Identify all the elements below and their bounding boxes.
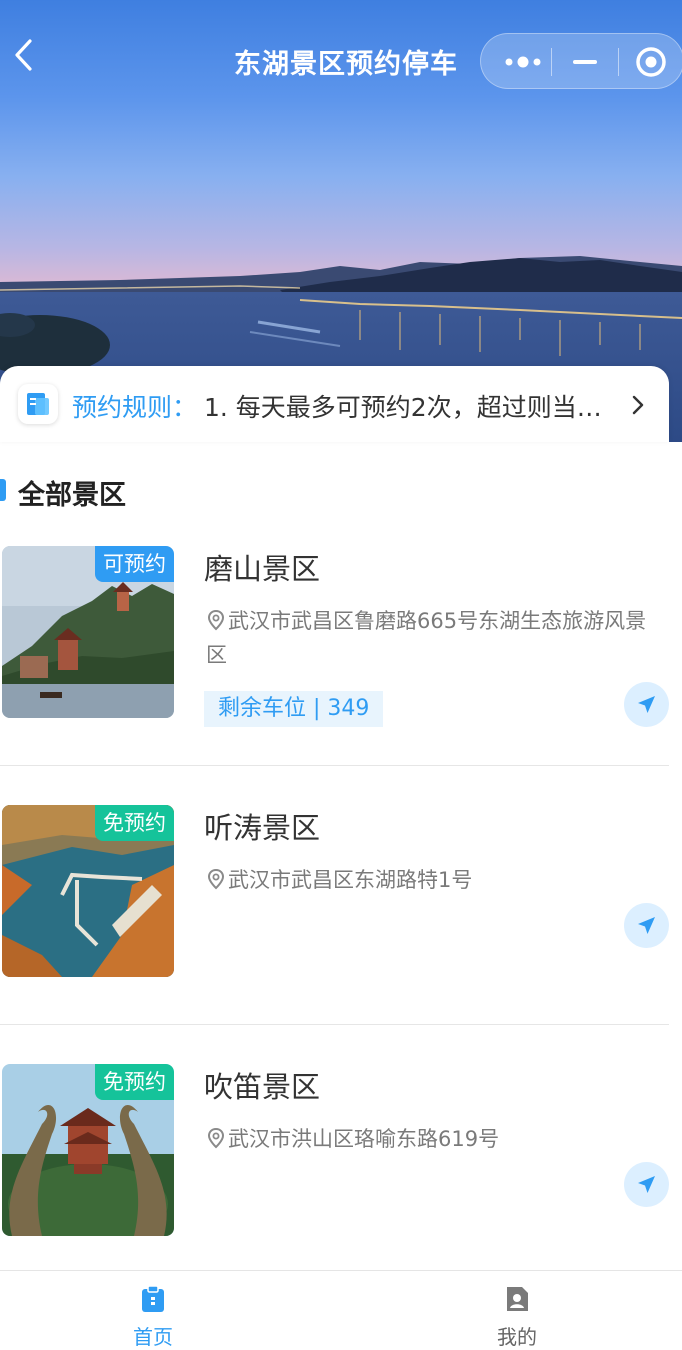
more-dots-icon — [505, 56, 541, 68]
spot-image: 可预约 — [2, 546, 174, 718]
section-title: 全部景区 — [18, 480, 126, 511]
rules-text: 1. 每天最多可预约2次，超过则当日无法预约 — [204, 393, 616, 422]
remaining-slots-badge: 剩余车位 | 349 — [204, 691, 384, 727]
minus-icon — [573, 60, 597, 64]
location-pin-icon — [206, 1125, 226, 1149]
section-accent-bar — [0, 479, 6, 501]
spot-address-text: 武汉市武昌区东湖路特1号 — [228, 868, 473, 892]
spot-card[interactable]: 免预约 吹笛景区 武汉市洪山区珞喻东路619号 — [0, 1026, 669, 1284]
tab-profile-label: 我的 — [497, 1325, 537, 1349]
close-button[interactable] — [617, 34, 682, 90]
navigation-arrow-icon — [638, 917, 655, 934]
bottom-tab-bar: 首页 我的 — [0, 1270, 682, 1350]
profile-icon — [504, 1285, 530, 1313]
card-divider — [0, 1024, 669, 1025]
chevron-right-icon — [630, 394, 646, 416]
spot-name: 吹笛景区 — [204, 1070, 321, 1104]
spot-image: 免预约 — [2, 1064, 174, 1236]
navigation-arrow-icon — [638, 696, 655, 713]
target-icon — [636, 47, 666, 77]
booking-status-badge: 免预约 — [95, 1064, 174, 1100]
spot-address: 武汉市武昌区东湖路特1号 — [206, 863, 662, 897]
card-divider — [0, 765, 669, 766]
spot-image: 免预约 — [2, 805, 174, 977]
document-icon — [18, 384, 58, 424]
tab-home[interactable]: 首页 — [63, 1271, 243, 1350]
booking-status-badge: 可预约 — [95, 546, 174, 582]
navigate-button[interactable] — [624, 903, 669, 948]
spot-name: 磨山景区 — [204, 552, 321, 586]
spot-card[interactable]: 免预约 听涛景区 武汉市武昌区东湖路特1号 — [0, 767, 669, 1025]
navigate-button[interactable] — [624, 1162, 669, 1207]
tab-profile[interactable]: 我的 — [427, 1271, 607, 1350]
clipboard-icon — [140, 1285, 166, 1313]
spot-card[interactable]: 可预约 磨山景区 武汉市武昌区鲁磨路665号东湖生态旅游风景区 剩余车位 | 3… — [0, 508, 669, 766]
location-pin-icon — [206, 607, 226, 631]
spot-address-text: 武汉市武昌区鲁磨路665号东湖生态旅游风景区 — [206, 609, 647, 667]
booking-status-badge: 免预约 — [95, 805, 174, 841]
capsule-menu — [480, 33, 682, 89]
tab-home-label: 首页 — [133, 1325, 173, 1349]
more-button[interactable] — [485, 34, 553, 90]
spot-address: 武汉市武昌区鲁磨路665号东湖生态旅游风景区 — [206, 604, 662, 672]
navigation-arrow-icon — [638, 1176, 655, 1193]
spot-address: 武汉市洪山区珞喻东路619号 — [206, 1122, 662, 1156]
minimize-button[interactable] — [551, 34, 619, 90]
rules-label: 预约规则： — [72, 393, 198, 422]
rules-notice[interactable]: 预约规则： 1. 每天最多可预约2次，超过则当日无法预约 — [0, 366, 669, 442]
navigate-button[interactable] — [624, 682, 669, 727]
spot-name: 听涛景区 — [204, 811, 321, 845]
location-pin-icon — [206, 866, 226, 890]
spot-address-text: 武汉市洪山区珞喻东路619号 — [228, 1127, 500, 1151]
